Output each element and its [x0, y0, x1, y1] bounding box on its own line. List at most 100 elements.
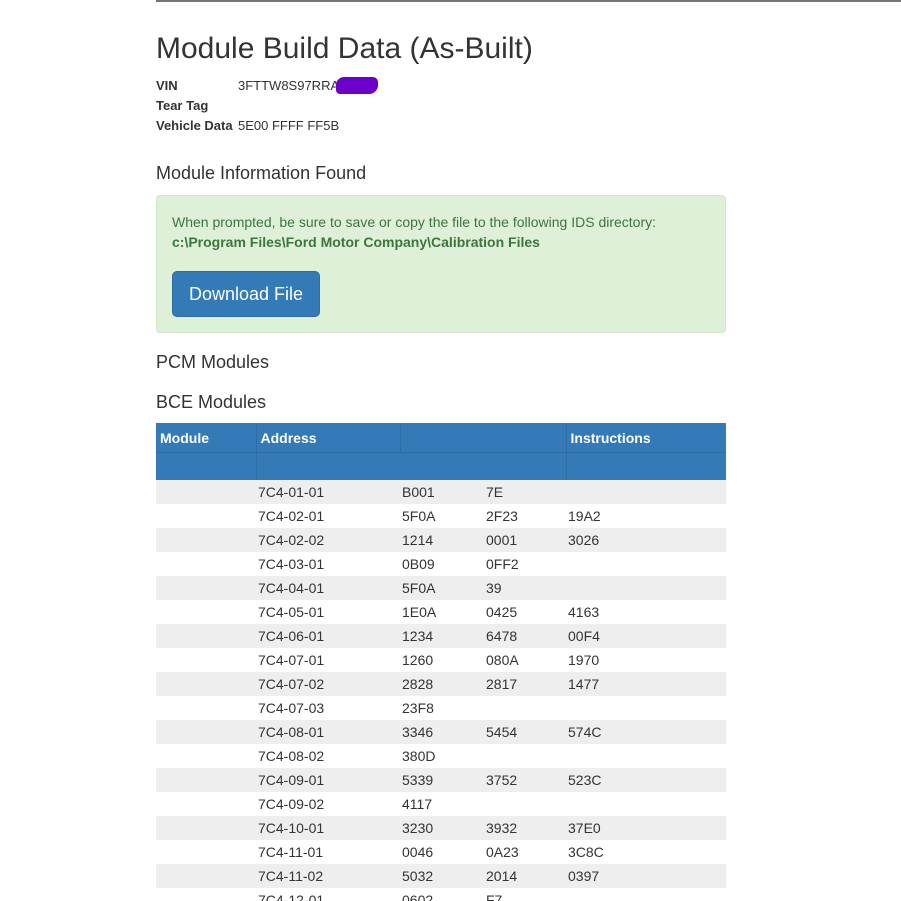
table-row: 7C4-09-02 4117	[156, 792, 726, 816]
cell-instructions	[566, 480, 726, 504]
cell-value-1: 1260	[402, 652, 434, 668]
table-row: 7C4-02-01 5F0A 2F23 19A2	[156, 504, 726, 528]
redaction-mark	[336, 77, 379, 94]
subheader-cell	[255, 452, 566, 480]
cell-value-2: 0A23	[486, 844, 519, 860]
cell-value-2: 7E	[484, 480, 566, 504]
cell-instructions: 3026	[566, 528, 726, 552]
cell-address: 7C4-12-01	[258, 892, 325, 901]
page: Module Build Data (As-Built) VIN 3FTTW8S…	[0, 0, 901, 901]
cell-value-1: 5032	[400, 864, 484, 888]
cell-value-1: 4117	[402, 796, 433, 812]
cell-value-1: 380D	[402, 748, 436, 764]
cell-module	[156, 504, 256, 528]
cell-address: 7C4-09-01	[256, 768, 400, 792]
cell-module	[156, 648, 256, 672]
cell-value-1: 1234	[400, 624, 484, 648]
cell-instructions	[566, 888, 726, 901]
vin-row: VIN 3FTTW8S97RRA	[156, 76, 726, 96]
cell-instructions	[566, 552, 726, 576]
cell-value-1: B001	[400, 480, 484, 504]
cell-address: 7C4-04-01	[256, 576, 400, 600]
table-body: 7C4-01-01 B001 7E 7C4-02-01 5F0A 2F23 19A2 7C4-…	[156, 480, 726, 901]
table-row: 7C4-06-01 1234 6478 00F4	[156, 624, 726, 648]
cell-instructions: 19A2	[568, 508, 601, 524]
cell-module	[156, 744, 256, 768]
cell-address: 7C4-07-02	[256, 672, 400, 696]
cell-module	[156, 792, 256, 816]
header-address: Address	[255, 423, 400, 453]
cell-value-2: 0425	[486, 604, 518, 620]
cell-value-2: 0FF2	[486, 556, 519, 572]
subheader-cell	[565, 452, 726, 480]
cell-value-2: 2F23	[486, 508, 518, 524]
cell-module	[156, 672, 256, 696]
cell-value-2: F7	[486, 892, 503, 901]
cell-instructions: 37E0	[566, 816, 726, 840]
module-info-alert: When prompted, be sure to save or copy t…	[156, 195, 726, 333]
cell-value-1: 2828	[400, 672, 484, 696]
header-instructions: Instructions	[565, 423, 726, 453]
cell-module	[156, 696, 256, 720]
cell-instructions	[566, 576, 726, 600]
cell-value-2	[484, 744, 566, 768]
cell-address: 7C4-07-01	[258, 652, 325, 668]
cell-value-2: 0001	[484, 528, 566, 552]
table-row: 7C4-09-01 5339 3752 523C	[156, 768, 726, 792]
cell-module	[156, 768, 256, 792]
cell-address: 7C4-08-01	[256, 720, 400, 744]
module-info-heading: Module Information Found	[156, 163, 367, 183]
cell-value-1: 5339	[400, 768, 484, 792]
cell-module	[156, 480, 256, 504]
cell-instructions	[566, 744, 726, 768]
cell-address: 7C4-11-01	[258, 844, 324, 860]
cell-value-2: 2817	[484, 672, 566, 696]
page-title: Module Build Data (As-Built)	[156, 32, 533, 65]
cell-value-2: 6478	[484, 624, 566, 648]
cell-module	[156, 816, 256, 840]
cell-value-1: 1E0A	[402, 604, 437, 620]
tear-tag-label: Tear Tag	[156, 98, 209, 113]
header-blank	[399, 423, 566, 453]
cell-value-2	[484, 792, 566, 816]
top-divider	[156, 0, 901, 2]
table-header-row: Module Address Instructions	[156, 423, 726, 453]
cell-address: 7C4-09-02	[258, 796, 325, 812]
cell-address: 7C4-08-02	[258, 748, 325, 764]
cell-module	[156, 840, 256, 864]
cell-value-1: 3346	[400, 720, 484, 744]
cell-module	[156, 624, 256, 648]
alert-message: When prompted, be sure to save or copy t…	[172, 214, 657, 230]
cell-value-2: 3752	[484, 768, 566, 792]
main-content: Module Build Data (As-Built) VIN 3FTTW8S…	[156, 31, 726, 901]
cell-address: 7C4-02-02	[256, 528, 400, 552]
cell-address: 7C4-05-01	[258, 604, 325, 620]
cell-value-1: 0B09	[402, 556, 435, 572]
table-subheader-row	[156, 452, 726, 480]
pcm-modules-heading: PCM Modules	[156, 352, 270, 372]
cell-module	[156, 528, 256, 552]
cell-value-2: 2014	[484, 864, 566, 888]
cell-instructions: 1970	[568, 652, 600, 668]
cell-address: 7C4-03-01	[258, 556, 325, 572]
vehicle-data-row: Vehicle Data 5E00 FFFF FF5B	[156, 116, 726, 136]
cell-value-1: 5F0A	[402, 508, 436, 524]
table-row: 7C4-08-01 3346 5454 574C	[156, 720, 726, 744]
tear-tag-row: Tear Tag	[156, 96, 726, 116]
cell-instructions	[566, 792, 726, 816]
cell-instructions: 00F4	[566, 624, 726, 648]
cell-value-1: 23F8	[402, 700, 434, 716]
download-file-button[interactable]: Download File	[172, 271, 320, 317]
table-row: 7C4-12-01 0602 F7	[156, 888, 726, 901]
cell-module	[156, 864, 256, 888]
cell-value-2	[484, 696, 566, 720]
cell-value-2: 080A	[486, 652, 519, 668]
vehicle-data-value: 5E00 FFFF FF5B	[238, 118, 340, 133]
table-row: 7C4-02-02 1214 0001 3026	[156, 528, 726, 552]
cell-value-1: 1214	[400, 528, 484, 552]
cell-value-1: 5F0A	[400, 576, 484, 600]
cell-module	[156, 600, 256, 624]
cell-address: 7C4-10-01	[256, 816, 400, 840]
cell-instructions: 523C	[566, 768, 726, 792]
cell-value-1: 3230	[400, 816, 484, 840]
